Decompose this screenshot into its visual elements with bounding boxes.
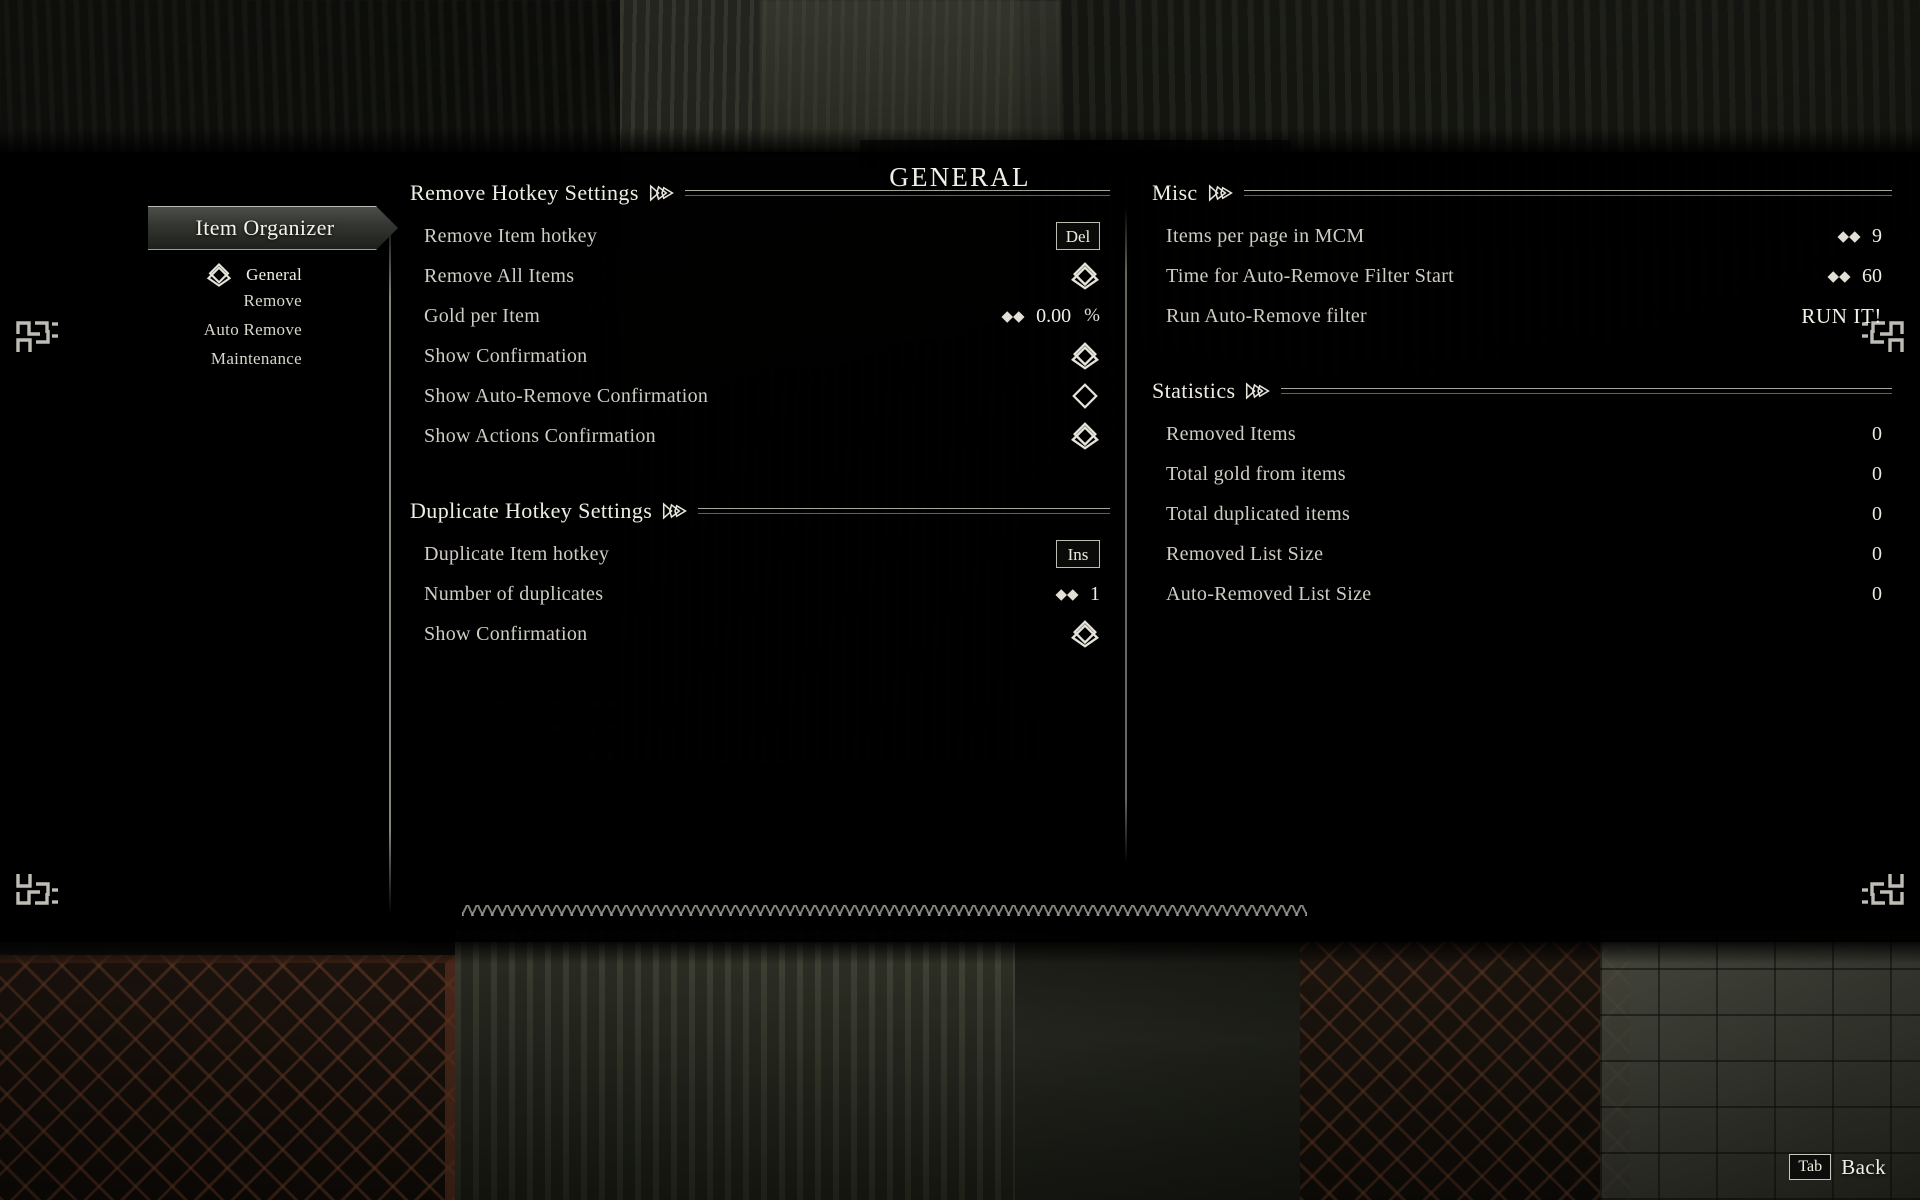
- keybind-value[interactable]: Del: [1056, 222, 1100, 250]
- mcm-panel: Item Organizer General Remove Auto Remove M…: [0, 128, 1920, 964]
- section-knot-icon: [662, 500, 688, 522]
- checkbox-unchecked-icon[interactable]: [1070, 381, 1100, 411]
- checkbox-checked-icon[interactable]: [1070, 341, 1100, 371]
- option-row[interactable]: Number of duplicates 1: [410, 574, 1110, 614]
- option-label: Time for Auto-Remove Filter Start: [1166, 264, 1455, 287]
- settings-section: Statistics Removed Items 0 Total gold from …: [1152, 374, 1892, 614]
- option-label: Items per page in MCM: [1166, 224, 1365, 247]
- option-label: Remove All Items: [424, 264, 575, 287]
- sidebar-item-label: Maintenance: [210, 349, 302, 368]
- footer-back-label: Back: [1841, 1154, 1886, 1179]
- sidebar-item-label: Remove: [243, 291, 302, 310]
- section-title: Duplicate Hotkey Settings: [410, 498, 653, 523]
- selection-knot-icon: [206, 262, 232, 288]
- run-filter-button[interactable]: RUN IT!: [1801, 304, 1882, 329]
- slider-arrows-icon[interactable]: [1053, 586, 1081, 602]
- option-row[interactable]: Remove All Items: [410, 256, 1110, 296]
- panel-bottom-fade: [0, 940, 1920, 964]
- column-divider: [1125, 208, 1127, 863]
- sidebar-item-remove[interactable]: Remove: [244, 291, 302, 311]
- option-label: Number of duplicates: [424, 582, 604, 605]
- section-knot-icon: [1245, 380, 1271, 402]
- page-title: GENERAL: [889, 162, 1031, 192]
- option-row[interactable]: Items per page in MCM 9: [1152, 216, 1892, 256]
- slider-control[interactable]: 60: [1825, 265, 1882, 288]
- slider-value: 9: [1872, 224, 1882, 247]
- stat-value: 0: [1872, 462, 1882, 485]
- option-row[interactable]: Show Confirmation: [410, 614, 1110, 654]
- option-row[interactable]: Total gold from items 0: [1152, 454, 1892, 494]
- keybind-value[interactable]: Ins: [1056, 540, 1100, 568]
- option-label: Show Auto-Remove Confirmation: [424, 384, 709, 407]
- footer-key-badge: Tab: [1789, 1154, 1832, 1180]
- option-row[interactable]: Time for Auto-Remove Filter Start 60: [1152, 256, 1892, 296]
- option-label: Run Auto-Remove filter: [1166, 304, 1368, 327]
- section-header: Statistics: [1152, 374, 1892, 408]
- section-rule: [698, 508, 1110, 514]
- sidebar-item-general[interactable]: General: [206, 262, 302, 288]
- settings-section: Remove Hotkey Settings Remove Item hotkey…: [410, 176, 1110, 456]
- option-row[interactable]: Show Confirmation: [410, 336, 1110, 376]
- option-row[interactable]: Removed List Size 0: [1152, 534, 1892, 574]
- sidebar-mod-header[interactable]: Item Organizer: [148, 206, 398, 250]
- slider-unit: %: [1084, 305, 1100, 326]
- section-header: Duplicate Hotkey Settings: [410, 494, 1110, 528]
- sidebar-mod-title: Item Organizer: [195, 215, 335, 240]
- stat-value: 0: [1872, 542, 1882, 565]
- option-row[interactable]: Gold per Item 0.00%: [410, 296, 1110, 336]
- option-row[interactable]: Removed Items 0: [1152, 414, 1892, 454]
- option-label: Remove Item hotkey: [424, 224, 598, 247]
- sidebar-item-maintenance[interactable]: Maintenance: [211, 349, 302, 369]
- stat-value: 0: [1872, 422, 1882, 445]
- option-label: Show Actions Confirmation: [424, 424, 656, 447]
- option-row[interactable]: Show Actions Confirmation: [410, 416, 1110, 456]
- settings-section: Misc Items per page in MCM 9 Time for Auto-…: [1152, 176, 1892, 336]
- slider-value: 1: [1090, 582, 1100, 605]
- option-row[interactable]: Total duplicated items 0: [1152, 494, 1892, 534]
- section-rule: [1281, 388, 1892, 394]
- slider-arrows-icon[interactable]: [1835, 228, 1863, 244]
- option-row[interactable]: Auto-Removed List Size 0: [1152, 574, 1892, 614]
- slider-control[interactable]: 0.00%: [999, 305, 1100, 328]
- slider-control[interactable]: 1: [1053, 583, 1100, 606]
- stat-value: 0: [1872, 502, 1882, 525]
- option-label: Gold per Item: [424, 304, 541, 327]
- option-label: Removed Items: [1166, 422, 1296, 445]
- checkbox-checked-icon[interactable]: [1070, 261, 1100, 291]
- option-label: Total duplicated items: [1166, 502, 1351, 525]
- option-label: Removed List Size: [1166, 542, 1324, 565]
- option-row[interactable]: Run Auto-Remove filter RUN IT!: [1152, 296, 1892, 336]
- footer-prompt[interactable]: Tab Back: [1789, 1154, 1886, 1180]
- stat-value: 0: [1872, 582, 1882, 605]
- slider-control[interactable]: 9: [1835, 225, 1882, 248]
- option-row[interactable]: Show Auto-Remove Confirmation: [410, 376, 1110, 416]
- settings-content: Remove Hotkey Settings Remove Item hotkey…: [390, 176, 1920, 916]
- option-label: Duplicate Item hotkey: [424, 542, 610, 565]
- option-label: Total gold from items: [1166, 462, 1346, 485]
- checkbox-checked-icon[interactable]: [1070, 421, 1100, 451]
- option-label: Show Confirmation: [424, 622, 588, 645]
- option-row[interactable]: Duplicate Item hotkey Ins: [410, 534, 1110, 574]
- slider-arrows-icon[interactable]: [999, 308, 1027, 324]
- slider-value: 60: [1862, 264, 1882, 287]
- panel-top-fade: [0, 128, 1920, 154]
- settings-column-right: Misc Items per page in MCM 9 Time for Auto-…: [1152, 176, 1892, 614]
- sidebar-item-auto-remove[interactable]: Auto Remove: [204, 320, 302, 340]
- section-title: Statistics: [1152, 378, 1236, 403]
- settings-section: Duplicate Hotkey Settings Duplicate Item …: [410, 494, 1110, 654]
- checkbox-checked-icon[interactable]: [1070, 619, 1100, 649]
- sidebar: Item Organizer General Remove Auto Remove M…: [0, 176, 390, 916]
- sidebar-item-label: General: [246, 265, 302, 284]
- sidebar-item-label: Auto Remove: [203, 320, 302, 339]
- option-row[interactable]: Remove Item hotkey Del: [410, 216, 1110, 256]
- slider-arrows-icon[interactable]: [1825, 268, 1853, 284]
- settings-column-left: Remove Hotkey Settings Remove Item hotkey…: [410, 176, 1110, 654]
- option-label: Show Confirmation: [424, 344, 588, 367]
- slider-value: 0.00: [1036, 304, 1072, 327]
- option-label: Auto-Removed List Size: [1166, 582, 1372, 605]
